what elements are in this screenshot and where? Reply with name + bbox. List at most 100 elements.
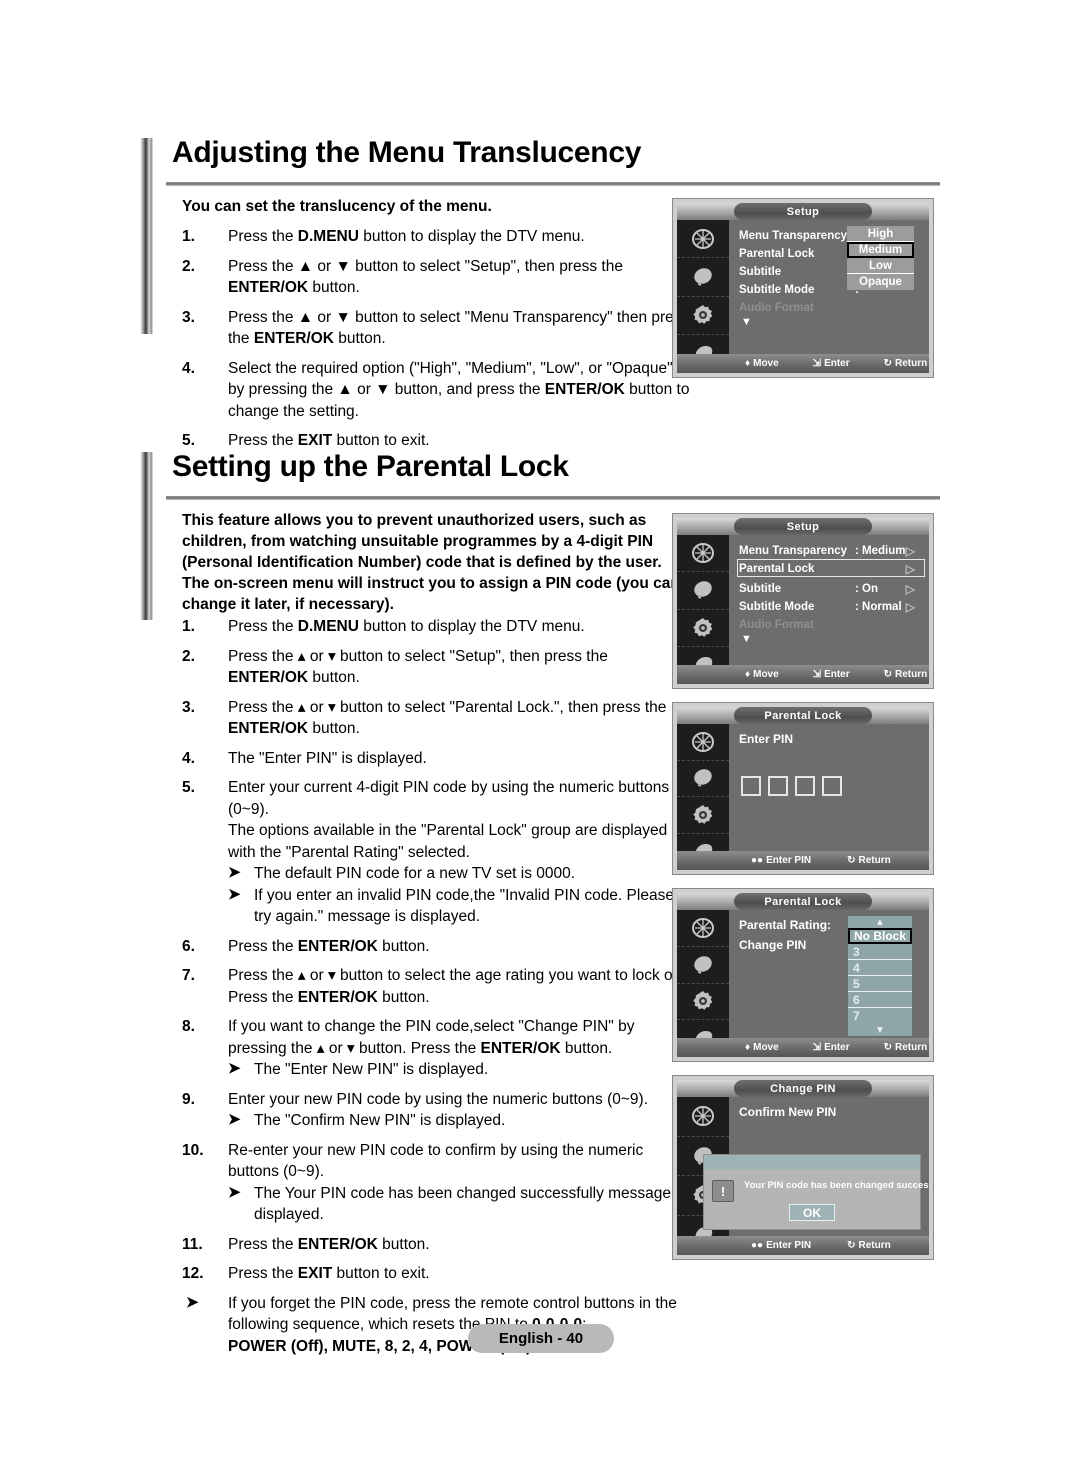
- helpbar-move[interactable]: ♦ Move: [745, 358, 779, 369]
- transparency-option-list[interactable]: High Medium Low Opaque: [847, 226, 914, 290]
- list-item: 2. Press the ▲ or ▼ button to select "Set…: [182, 256, 692, 299]
- pin-digit-4[interactable]: [822, 776, 842, 796]
- option-low[interactable]: Low: [847, 258, 914, 274]
- dialog-ok-button[interactable]: OK: [789, 1204, 835, 1221]
- confirm-new-pin-label: Confirm New PIN: [739, 1105, 837, 1119]
- setup-gear-icon[interactable]: [677, 610, 729, 647]
- scroll-down-caret-icon[interactable]: ▼: [741, 633, 752, 645]
- osd-content-pane: Enter PIN: [729, 724, 929, 851]
- osd-helpbar: ●● Enter PIN ↻ Return: [677, 1236, 929, 1255]
- menu-row-label: Subtitle: [739, 266, 782, 278]
- chevron-right-icon: ▷: [905, 544, 915, 558]
- setup-gear-icon[interactable]: [677, 297, 729, 335]
- sound-icon[interactable]: [677, 572, 729, 610]
- heading-divider: [166, 182, 940, 186]
- step-number: 5.: [182, 432, 195, 449]
- helpbar-enter-pin-label: Enter PIN: [766, 1240, 812, 1251]
- helpbar-return[interactable]: ↻ Return: [847, 1240, 891, 1251]
- menu-row-audio-format[interactable]: Audio Format: [739, 617, 923, 633]
- picture-icon[interactable]: [677, 1097, 729, 1137]
- sound-icon[interactable]: [677, 258, 729, 297]
- section-heading: Adjusting the Menu Translucency: [140, 136, 940, 186]
- pin-digit-1[interactable]: [741, 776, 761, 796]
- menu-row-label: Parental Lock: [739, 563, 815, 575]
- note-bullet: ➤ If you enter an invalid PIN code,the "I…: [182, 885, 692, 928]
- step-number: 2.: [182, 257, 195, 275]
- change-pin-label[interactable]: Change PIN: [739, 938, 806, 952]
- rating-option-no-block[interactable]: No Block: [848, 928, 912, 944]
- setup-gear-icon[interactable]: [677, 797, 729, 834]
- menu-row-subtitle[interactable]: Subtitle : On ▷: [739, 581, 923, 597]
- menu-row-menu-transparency[interactable]: Menu Transparency : Medium ▷: [739, 543, 923, 559]
- dialog-body: ! Your PIN code has been changed success…: [704, 1170, 929, 1229]
- picture-icon[interactable]: [677, 724, 729, 761]
- menu-row-parental-lock[interactable]: Parental Lock ▷: [739, 561, 923, 577]
- helpbar-return[interactable]: ↻ Return: [847, 855, 891, 866]
- picture-icon[interactable]: [677, 535, 729, 573]
- helpbar-move-label: Move: [753, 1042, 779, 1053]
- chevron-right-icon: ▷: [905, 600, 915, 614]
- step-text: Press the ENTER/OK button.: [228, 937, 430, 955]
- list-item: 10. Re-enter your new PIN code to confirm…: [182, 1140, 692, 1183]
- helpbar-enter[interactable]: ⇲ Enter: [813, 1042, 850, 1053]
- pin-input-row[interactable]: [741, 776, 842, 796]
- step-number: 1.: [182, 228, 195, 245]
- osd-title: Parental Lock: [734, 707, 872, 724]
- step-number: 12.: [182, 1265, 204, 1282]
- pin-digit-2[interactable]: [768, 776, 788, 796]
- option-medium[interactable]: Medium: [847, 242, 914, 258]
- enter-key-icon: ⇲: [812, 1042, 822, 1053]
- pin-digit-3[interactable]: [795, 776, 815, 796]
- return-arrow-icon: ↻: [883, 1042, 893, 1053]
- osd-title: Parental Lock: [734, 893, 872, 910]
- setup-gear-icon[interactable]: [677, 984, 729, 1021]
- helpbar-move[interactable]: ♦ Move: [745, 1042, 779, 1053]
- list-item: 5. Enter your current 4-digit PIN code by…: [182, 777, 692, 820]
- body-accent-bar: [140, 184, 153, 334]
- list-item: 12. Press the EXIT button to exit.: [182, 1263, 692, 1285]
- helpbar-return[interactable]: ↻ Return: [884, 1042, 928, 1053]
- rating-option-5[interactable]: 5: [848, 976, 912, 992]
- step-number: 3.: [182, 308, 195, 326]
- picture-icon[interactable]: [677, 910, 729, 947]
- helpbar-move[interactable]: ♦ Move: [745, 669, 779, 680]
- helpbar-return[interactable]: ↻ Return: [884, 358, 928, 369]
- helpbar-enter[interactable]: ⇲ Enter: [813, 358, 850, 369]
- helpbar-return[interactable]: ↻ Return: [884, 669, 928, 680]
- rating-option-6[interactable]: 6: [848, 992, 912, 1008]
- alert-icon: !: [712, 1180, 734, 1202]
- menu-row-subtitle-mode[interactable]: Subtitle Mode : Normal ▷: [739, 599, 923, 615]
- step-text: Enter your new PIN code by using the num…: [228, 1090, 649, 1108]
- scroll-down-caret-icon[interactable]: ▼: [848, 1024, 912, 1036]
- updown-arrow-icon: ♦: [745, 669, 751, 680]
- helpbar-enter-pin[interactable]: ●● Enter PIN: [751, 1240, 811, 1251]
- dialog-message: Your PIN code has been changed successfu…: [744, 1180, 929, 1191]
- rating-option-7[interactable]: 7: [848, 1008, 912, 1024]
- return-arrow-icon: ↻: [883, 669, 893, 680]
- dialog-titlebar: [704, 1155, 920, 1170]
- osd-title: Setup: [734, 518, 872, 535]
- note-bullet: ➤ The "Enter New PIN" is displayed.: [182, 1059, 692, 1081]
- scroll-up-caret-icon[interactable]: ▲: [848, 916, 912, 928]
- note-bullet: ➤ The default PIN code for a new TV set i…: [182, 863, 692, 885]
- helpbar-return-label: Return: [895, 669, 928, 680]
- option-opaque[interactable]: Opaque: [847, 274, 914, 290]
- step-number: 4.: [182, 749, 195, 767]
- helpbar-enter-pin[interactable]: ●● Enter PIN: [751, 855, 811, 866]
- picture-icon[interactable]: [677, 220, 729, 259]
- sound-icon[interactable]: [677, 947, 729, 984]
- menu-row-audio-format[interactable]: Audio Format: [739, 300, 923, 316]
- osd-title: Setup: [734, 203, 872, 220]
- rating-option-4[interactable]: 4: [848, 960, 912, 976]
- option-high[interactable]: High: [847, 226, 914, 242]
- step-text: If you want to change the PIN code,selec…: [228, 1018, 635, 1057]
- sound-icon[interactable]: [677, 761, 729, 797]
- list-item: 4. The "Enter PIN" is displayed.: [182, 748, 692, 770]
- helpbar-enter[interactable]: ⇲ Enter: [813, 669, 850, 680]
- rating-option-list[interactable]: ▲ No Block 3 4 5 6 7 ▼: [847, 915, 913, 1037]
- arrow-bullet-icon: ➤: [186, 1293, 199, 1311]
- scroll-down-caret-icon[interactable]: ▼: [741, 316, 752, 328]
- helpbar-enter-label: Enter: [824, 669, 850, 680]
- step-text: Press the ▴ or ▾ button to select the ag…: [228, 967, 690, 1006]
- rating-option-3[interactable]: 3: [848, 944, 912, 960]
